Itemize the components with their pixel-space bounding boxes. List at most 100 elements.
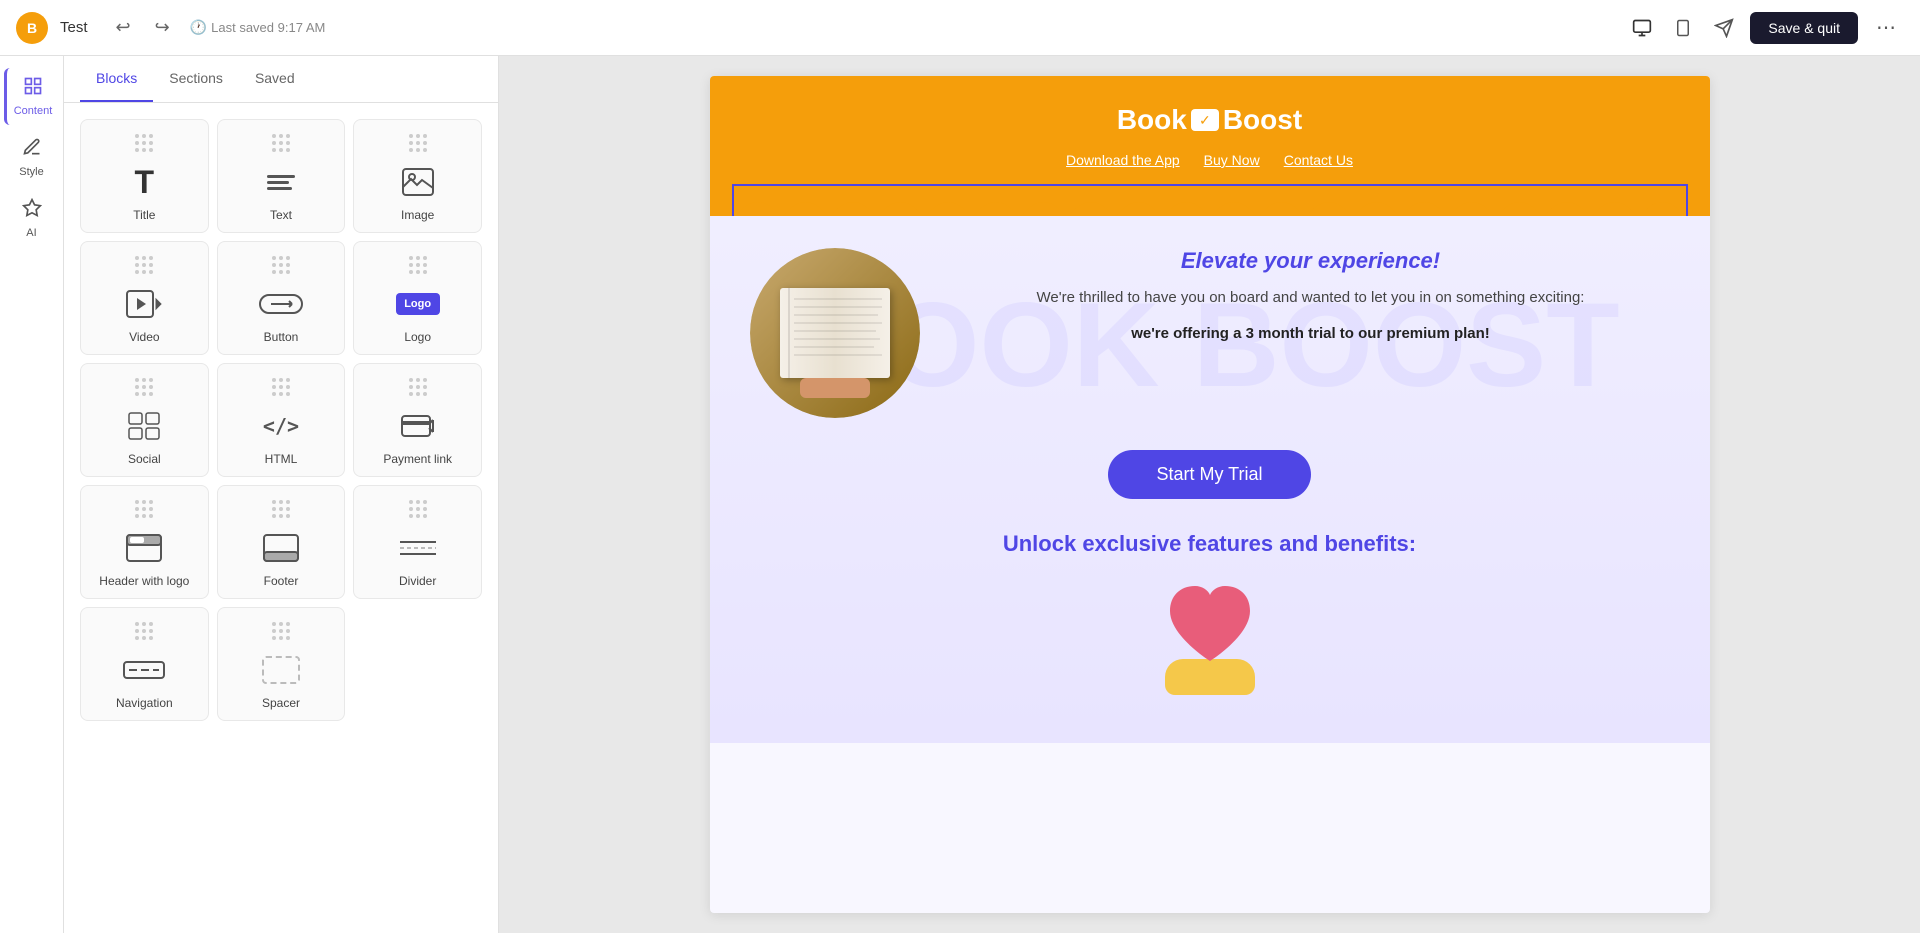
email-headline: Elevate your experience! bbox=[952, 248, 1670, 274]
mobile-view-button[interactable] bbox=[1668, 12, 1698, 44]
app-title: Test bbox=[60, 19, 88, 36]
block-text-label: Text bbox=[270, 208, 292, 222]
header-block-icon bbox=[126, 530, 162, 566]
topbar-actions: ↩ ↪ bbox=[108, 13, 178, 42]
canvas-area[interactable]: Book ✓ Boost Download the App Buy Now Co… bbox=[499, 56, 1920, 933]
block-footer[interactable]: Footer bbox=[217, 485, 346, 599]
nav-download[interactable]: Download the App bbox=[1066, 152, 1180, 168]
desktop-view-button[interactable] bbox=[1626, 12, 1658, 44]
email-nav: Download the App Buy Now Contact Us bbox=[730, 152, 1690, 168]
heart-section bbox=[750, 581, 1670, 711]
content-icon bbox=[23, 76, 43, 101]
undo-button[interactable]: ↩ bbox=[108, 13, 139, 42]
divider-block-icon bbox=[400, 530, 436, 566]
block-social-dots bbox=[135, 378, 153, 396]
block-header-with-logo[interactable]: Header with logo bbox=[80, 485, 209, 599]
bookboost-logo: Book ✓ Boost bbox=[1117, 104, 1302, 136]
block-footer-dots bbox=[272, 500, 290, 518]
email-text-section: Elevate your experience! We're thrilled … bbox=[952, 248, 1670, 358]
email-header-block[interactable]: Book ✓ Boost Download the App Buy Now Co… bbox=[710, 76, 1710, 216]
sidebar-item-content[interactable]: Content bbox=[4, 68, 60, 125]
tab-saved[interactable]: Saved bbox=[239, 56, 311, 102]
sidebar-icons: Content Style AI bbox=[0, 56, 64, 933]
footer-block-icon bbox=[263, 530, 299, 566]
block-social[interactable]: Social bbox=[80, 363, 209, 477]
block-divider[interactable]: Divider bbox=[353, 485, 482, 599]
block-text[interactable]: Text bbox=[217, 119, 346, 233]
block-payment-link[interactable]: Payment link bbox=[353, 363, 482, 477]
sidebar-item-style[interactable]: Style bbox=[4, 129, 60, 186]
block-navigation-dots bbox=[135, 622, 153, 640]
block-image-dots bbox=[409, 134, 427, 152]
redo-button[interactable]: ↪ bbox=[147, 13, 178, 42]
logo-block-icon: Logo bbox=[396, 286, 440, 322]
more-options-button[interactable]: ⋯ bbox=[1868, 11, 1904, 44]
block-spacer[interactable]: Spacer bbox=[217, 607, 346, 721]
navigation-block-icon bbox=[123, 652, 165, 688]
send-preview-button[interactable] bbox=[1708, 12, 1740, 44]
app-logo: B bbox=[16, 12, 48, 44]
html-block-icon: </> bbox=[263, 408, 299, 444]
block-payment-label: Payment link bbox=[383, 452, 452, 466]
video-block-icon bbox=[126, 286, 162, 322]
block-title[interactable]: T Title bbox=[80, 119, 209, 233]
block-social-label: Social bbox=[128, 452, 161, 466]
email-content-row: Elevate your experience! We're thrilled … bbox=[750, 248, 1670, 418]
heart-graphic bbox=[1160, 581, 1260, 695]
saved-status: 🕐 Last saved 9:17 AM bbox=[190, 19, 326, 36]
block-button-dots bbox=[272, 256, 290, 274]
save-quit-button[interactable]: Save & quit bbox=[1750, 12, 1858, 44]
block-button-label: Button bbox=[264, 330, 299, 344]
spacer-block-icon bbox=[262, 652, 300, 688]
social-block-icon bbox=[128, 408, 160, 444]
tab-sections[interactable]: Sections bbox=[153, 56, 239, 102]
block-navigation[interactable]: Navigation bbox=[80, 607, 209, 721]
topbar: B Test ↩ ↪ 🕐 Last saved 9:17 AM Save & q… bbox=[0, 0, 1920, 56]
block-title-dots bbox=[135, 134, 153, 152]
block-payment-dots bbox=[409, 378, 427, 396]
unlock-headline: Unlock exclusive features and benefits: bbox=[750, 531, 1670, 557]
sidebar-item-ai[interactable]: AI bbox=[4, 190, 60, 247]
block-html-label: HTML bbox=[265, 452, 298, 466]
block-logo[interactable]: Logo Logo bbox=[353, 241, 482, 355]
scallop-svg bbox=[734, 186, 1686, 216]
payment-block-icon bbox=[401, 408, 435, 444]
block-video-label: Video bbox=[129, 330, 159, 344]
ai-icon bbox=[22, 198, 42, 223]
block-text-dots bbox=[272, 134, 290, 152]
sidebar-item-style-label: Style bbox=[19, 166, 43, 178]
block-footer-label: Footer bbox=[264, 574, 299, 588]
block-header-dots bbox=[135, 500, 153, 518]
block-divider-dots bbox=[409, 500, 427, 518]
block-video[interactable]: Video bbox=[80, 241, 209, 355]
nav-buy[interactable]: Buy Now bbox=[1204, 152, 1260, 168]
sidebar-item-content-label: Content bbox=[14, 105, 53, 117]
email-logo: Book ✓ Boost bbox=[730, 104, 1690, 136]
image-block-icon bbox=[402, 164, 434, 200]
sidebar-item-ai-label: AI bbox=[26, 227, 36, 239]
title-block-icon: T bbox=[135, 164, 155, 200]
block-spacer-dots bbox=[272, 622, 290, 640]
tab-blocks[interactable]: Blocks bbox=[80, 56, 153, 102]
block-video-dots bbox=[135, 256, 153, 274]
block-title-label: Title bbox=[133, 208, 155, 222]
block-html[interactable]: </> HTML bbox=[217, 363, 346, 477]
nav-contact[interactable]: Contact Us bbox=[1284, 152, 1353, 168]
email-paragraph1: We're thrilled to have you on board and … bbox=[952, 286, 1670, 310]
block-logo-dots bbox=[409, 256, 427, 274]
blocks-grid: T Title Text Image bbox=[64, 103, 498, 737]
button-block-icon bbox=[259, 286, 303, 322]
block-spacer-label: Spacer bbox=[262, 696, 300, 710]
style-icon bbox=[22, 137, 42, 162]
block-button[interactable]: Button bbox=[217, 241, 346, 355]
book-image bbox=[750, 248, 920, 418]
blocks-panel: Blocks Sections Saved T Title Text bbox=[64, 56, 499, 933]
block-html-dots bbox=[272, 378, 290, 396]
block-image-label: Image bbox=[401, 208, 434, 222]
heart-icon bbox=[1160, 581, 1260, 671]
block-image[interactable]: Image bbox=[353, 119, 482, 233]
block-logo-label: Logo bbox=[404, 330, 431, 344]
topbar-right: Save & quit ⋯ bbox=[1626, 11, 1904, 44]
start-trial-button[interactable]: Start My Trial bbox=[1108, 450, 1310, 499]
block-divider-label: Divider bbox=[399, 574, 436, 588]
